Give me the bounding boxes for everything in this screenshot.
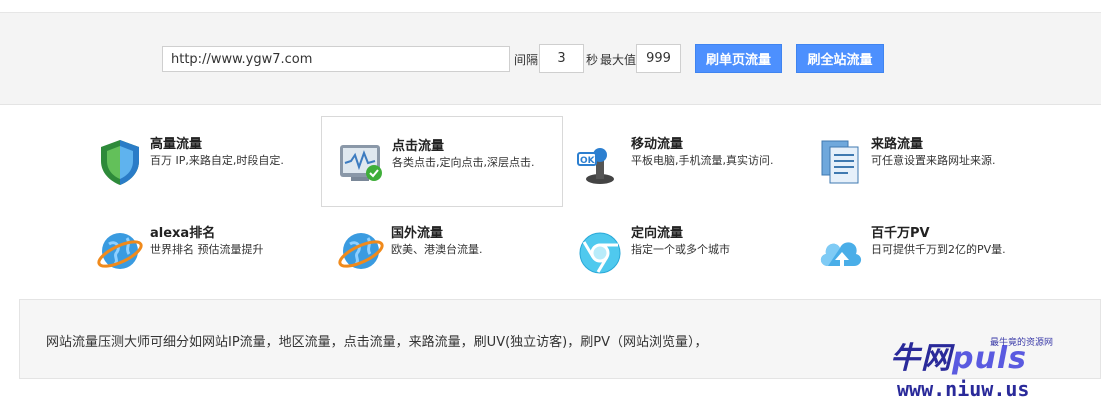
feature-mobile-traffic[interactable]: OK 移动流量 平板电脑,手机流量,真实访问. (561, 115, 801, 205)
feature-title: 移动流量 (631, 137, 684, 152)
watermark-url: www.niuw.us (897, 377, 1030, 401)
shield-icon (95, 137, 145, 187)
url-input[interactable] (162, 46, 510, 72)
max-label: 最大值 (600, 53, 637, 67)
documents-icon (816, 137, 866, 187)
full-site-traffic-button[interactable]: 刷全站流量 (796, 44, 884, 73)
feature-title: 国外流量 (391, 226, 444, 241)
globe-icon (336, 226, 386, 276)
feature-million-pv[interactable]: 百千万PV 日可提供千万到2亿的PV量. (801, 204, 1041, 294)
feature-desc: 欧美、港澳台流量. (391, 243, 483, 256)
feature-title: 百千万PV (871, 226, 930, 241)
feature-high-volume-traffic[interactable]: 高量流量 百万 IP,来路自定,时段自定. (80, 115, 320, 205)
feature-title: 来路流量 (871, 137, 924, 152)
feature-desc: 世界排名 预估流量提升 (150, 243, 264, 256)
svg-text:OK: OK (580, 156, 596, 166)
monitor-check-icon (337, 139, 387, 189)
seconds-label: 秒 (586, 53, 599, 67)
single-page-traffic-button[interactable]: 刷单页流量 (695, 44, 782, 73)
feature-click-traffic[interactable]: 点击流量 各类点击,定向点击,深层点击. (321, 116, 563, 207)
feature-title: 点击流量 (392, 139, 445, 154)
interval-input[interactable] (539, 44, 584, 73)
feature-desc: 指定一个或多个城市 (631, 243, 730, 256)
joystick-icon: OK (576, 137, 626, 187)
watermark-tagline: 最牛竟的资源网 (990, 338, 1054, 348)
interval-label: 间隔 (514, 53, 539, 67)
chrome-icon (576, 226, 626, 276)
feature-desc: 百万 IP,来路自定,时段自定. (150, 154, 284, 167)
feature-foreign-traffic[interactable]: 国外流量 欧美、港澳台流量. (321, 204, 561, 294)
max-value-input[interactable] (636, 44, 681, 73)
feature-title: 定向流量 (631, 226, 684, 241)
feature-desc: 日可提供千万到2亿的PV量. (871, 243, 1006, 256)
feature-title: alexa排名 (150, 226, 216, 241)
cloud-upload-icon (816, 226, 866, 276)
feature-title: 高量流量 (150, 137, 203, 152)
feature-desc: 平板电脑,手机流量,真实访问. (631, 154, 774, 167)
feature-desc: 各类点击,定向点击,深层点击. (392, 156, 535, 169)
toolbar: 间隔 秒 最大值 刷单页流量 刷全站流量 (0, 13, 1101, 105)
feature-targeted-traffic[interactable]: 定向流量 指定一个或多个城市 (561, 204, 801, 294)
feature-desc: 可任意设置来路网址来源. (871, 154, 996, 167)
globe-icon (95, 226, 145, 276)
info-text: 网站流量压测大师可细分如网站IP流量，地区流量，点击流量，来路流量，刷UV(独立… (46, 335, 708, 350)
feature-alexa-ranking[interactable]: alexa排名 世界排名 预估流量提升 (80, 204, 320, 294)
watermark-logo-cn: 牛网 (890, 341, 952, 376)
feature-referrer-traffic[interactable]: 来路流量 可任意设置来路网址来源. (801, 115, 1041, 205)
